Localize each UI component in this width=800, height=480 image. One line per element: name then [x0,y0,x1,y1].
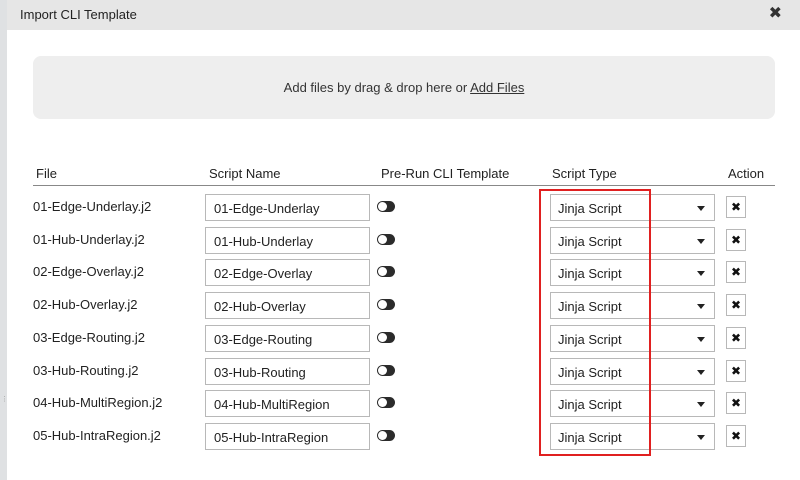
x-icon: ✖ [730,200,742,214]
delete-row-button[interactable]: ✖ [726,360,746,382]
script-type-select[interactable]: Jinja Script [550,259,715,286]
script-type-value: Jinja Script [558,299,622,314]
script-type-value: Jinja Script [558,234,622,249]
dropzone-text: Add files by drag & drop here or [283,80,471,95]
script-name-input[interactable]: 04-Hub-MultiRegion [205,390,370,417]
table-row: 05-Hub-IntraRegion.j2 05-Hub-IntraRegion J… [7,422,800,454]
file-name: 03-Hub-Routing.j2 [33,363,139,378]
script-type-value: Jinja Script [558,201,622,216]
toggle-off-icon [378,235,387,244]
toggle-off-icon [378,202,387,211]
x-icon: ✖ [730,233,742,247]
pre-run-toggle[interactable] [377,365,395,376]
table-row: 04-Hub-MultiRegion.j2 04-Hub-MultiRegion J… [7,389,800,421]
x-icon: ✖ [730,396,742,410]
toggle-off-icon [378,333,387,342]
chevron-down-icon [697,271,705,276]
chevron-down-icon [697,304,705,309]
add-files-link[interactable]: Add Files [470,80,524,95]
file-dropzone[interactable]: Add files by drag & drop here or Add Fil… [33,56,775,119]
delete-row-button[interactable]: ✖ [726,196,746,218]
column-header-pre-run: Pre-Run CLI Template [381,166,510,181]
script-name-input[interactable]: 05-Hub-IntraRegion [205,423,370,450]
script-type-select[interactable]: Jinja Script [550,292,715,319]
file-name: 05-Hub-IntraRegion.j2 [33,428,161,443]
file-name: 04-Hub-MultiRegion.j2 [33,395,163,410]
x-icon: ✖ [730,364,742,378]
script-type-value: Jinja Script [558,332,622,347]
script-name-input[interactable]: 02-Edge-Overlay [205,259,370,286]
file-name: 01-Hub-Underlay.j2 [33,232,145,247]
dialog-header: Import CLI Template ✖ [7,0,800,30]
x-icon: ✖ [730,298,742,312]
script-type-value: Jinja Script [558,365,622,380]
pre-run-toggle[interactable] [377,201,395,212]
toggle-off-icon [378,431,387,440]
x-icon: ✖ [730,429,742,443]
script-type-value: Jinja Script [558,266,622,281]
x-icon: ✖ [730,265,742,279]
toggle-off-icon [378,366,387,375]
column-header-script-name: Script Name [209,166,281,181]
chevron-down-icon [697,337,705,342]
script-type-select[interactable]: Jinja Script [550,325,715,352]
file-name: 02-Hub-Overlay.j2 [33,297,138,312]
file-name: 01-Edge-Underlay.j2 [33,199,152,214]
file-name: 02-Edge-Overlay.j2 [33,264,145,279]
delete-row-button[interactable]: ✖ [726,294,746,316]
close-icon[interactable]: ✖ [769,5,782,23]
delete-row-button[interactable]: ✖ [726,261,746,283]
column-header-action: Action [728,166,765,181]
script-type-select[interactable]: Jinja Script [550,227,715,254]
script-name-input[interactable]: 01-Edge-Underlay [205,194,370,221]
table-row: 03-Hub-Routing.j2 03-Hub-Routing Jinja Scr… [7,357,800,389]
column-header-script-type: Script Type [552,166,617,181]
import-cli-template-dialog: Import CLI Template ✖ Add files by drag … [7,0,800,480]
delete-row-button[interactable]: ✖ [726,229,746,251]
pre-run-toggle[interactable] [377,299,395,310]
table-row: 02-Edge-Overlay.j2 02-Edge-Overlay Jinja S… [7,258,800,290]
chevron-down-icon [697,370,705,375]
script-name-input[interactable]: 03-Hub-Routing [205,358,370,385]
chevron-down-icon [697,435,705,440]
pre-run-toggle[interactable] [377,234,395,245]
script-name-input[interactable]: 02-Hub-Overlay [205,292,370,319]
table-row: 03-Edge-Routing.j2 03-Edge-Routing Jinja S… [7,324,800,356]
chevron-down-icon [697,239,705,244]
toggle-off-icon [378,267,387,276]
chevron-down-icon [697,206,705,211]
script-type-select[interactable]: Jinja Script [550,390,715,417]
script-name-input[interactable]: 03-Edge-Routing [205,325,370,352]
x-icon: ✖ [730,331,742,345]
pre-run-toggle[interactable] [377,430,395,441]
script-name-input[interactable]: 01-Hub-Underlay [205,227,370,254]
pre-run-toggle[interactable] [377,332,395,343]
table-row: 02-Hub-Overlay.j2 02-Hub-Overlay Jinja Scr… [7,291,800,323]
chevron-down-icon [697,402,705,407]
script-type-select[interactable]: Jinja Script [550,358,715,385]
delete-row-button[interactable]: ✖ [726,327,746,349]
table-row: 01-Edge-Underlay.j2 01-Edge-Underlay Jinja… [7,193,800,225]
script-type-select[interactable]: Jinja Script [550,194,715,221]
toggle-off-icon [378,300,387,309]
file-name: 03-Edge-Routing.j2 [33,330,146,345]
left-panel-edge: ⋮ [0,0,8,480]
column-header-file: File [36,166,57,181]
header-divider [33,185,775,186]
resize-grip-icon[interactable]: ⋮ [1,396,8,412]
toggle-off-icon [378,398,387,407]
pre-run-toggle[interactable] [377,266,395,277]
script-type-value: Jinja Script [558,397,622,412]
delete-row-button[interactable]: ✖ [726,392,746,414]
script-type-select[interactable]: Jinja Script [550,423,715,450]
dialog-title: Import CLI Template [20,7,137,22]
pre-run-toggle[interactable] [377,397,395,408]
delete-row-button[interactable]: ✖ [726,425,746,447]
script-type-value: Jinja Script [558,430,622,445]
table-row: 01-Hub-Underlay.j2 01-Hub-Underlay Jinja S… [7,226,800,258]
